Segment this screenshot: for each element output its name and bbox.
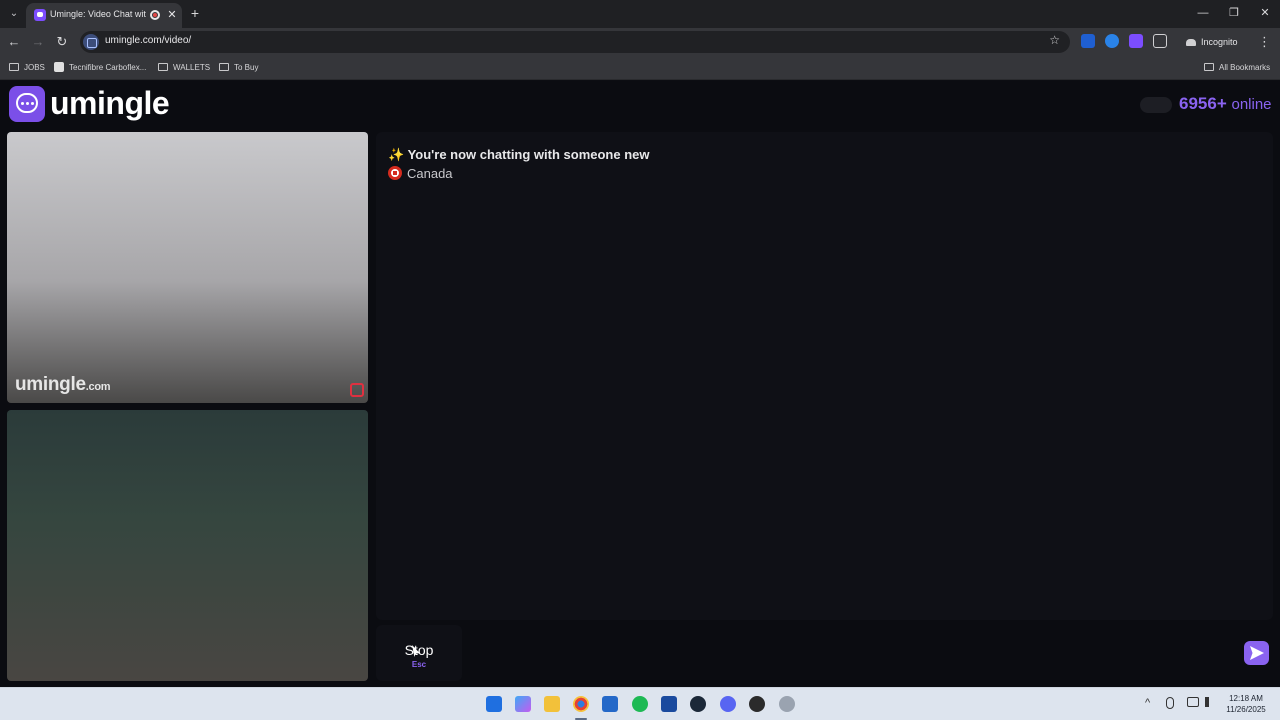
online-counter: 6956+ online [1179,94,1272,114]
copilot-icon[interactable] [515,696,531,712]
site-info-icon[interactable] [83,34,99,50]
system-message: ✨ You're now chatting with someone new [388,147,650,163]
browser-toolbar: ← → ↻ umingle.com/video/ ☆ Incognito ⋮ [0,28,1280,56]
extension-twitch-icon[interactable] [1129,34,1143,48]
window-minimize-button[interactable]: — [1193,4,1213,22]
bookmark-label: Tecnifibre Carboflex... [69,63,147,72]
bookmark-star-icon[interactable]: ☆ [1049,33,1060,47]
new-tab-button[interactable]: + [188,4,202,22]
browser-tab-umingle[interactable]: Umingle: Video Chat with S ✕ [26,3,182,28]
bookmark-wallets[interactable]: WALLETS [158,60,210,76]
start-icon[interactable] [486,696,502,712]
address-bar[interactable]: umingle.com/video/ ☆ [80,31,1070,53]
microphone-icon[interactable] [1166,697,1174,709]
watermark-suffix: .com [85,381,111,393]
umingle-logo-icon[interactable] [9,86,45,122]
browser-menu-button[interactable]: ⋮ [1258,33,1271,51]
bookmark-label: JOBS [24,63,45,72]
online-count: 6956+ [1179,94,1227,113]
country-name: Canada [407,166,453,181]
address-url[interactable]: umingle.com/video/ [105,35,191,46]
settings-icon[interactable] [779,696,795,712]
umingle-logo-text[interactable]: umingle [50,85,170,122]
extension-audio-icon[interactable] [1081,34,1095,48]
all-bookmarks-label: All Bookmarks [1219,63,1271,72]
incognito-icon [1186,39,1196,46]
network-icon[interactable] [1187,697,1199,707]
logo-dot [21,102,24,105]
obs-icon[interactable] [749,696,765,712]
discord-icon[interactable] [720,696,736,712]
windows-taskbar: ^ 12:18 AM 11/26/2025 [0,687,1280,720]
stop-button[interactable]: Stop Esc [376,625,462,681]
window-restore-button[interactable]: ❐ [1224,4,1244,22]
send-icon [1250,646,1264,660]
message-input[interactable] [466,625,1273,681]
recording-indicator-icon [150,10,160,20]
incognito-indicator[interactable]: Incognito [1186,33,1250,51]
online-label: online [1231,96,1272,113]
self-video [7,410,368,681]
bookmarks-bar: JOBS Tecnifibre Carboflex... WALLETS To … [0,56,1280,80]
chat-log: ✨ You're now chatting with someone new C… [376,132,1273,620]
system-clock[interactable]: 12:18 AM 11/26/2025 [1220,693,1272,715]
tab-search-chevron-icon[interactable]: ⌄ [5,5,23,23]
store-icon[interactable] [602,696,618,712]
stop-label: Stop [404,642,434,658]
tecnifibre-icon [54,62,64,72]
canada-flag-icon [388,166,402,180]
window-close-button[interactable]: ✕ [1255,4,1275,22]
file-explorer-icon[interactable] [544,696,560,712]
sparkles-icon: ✨ [388,147,405,162]
bookmark-label: To Buy [234,63,259,72]
clock-time: 12:18 AM [1229,694,1263,703]
chrome-icon[interactable] [573,696,589,712]
incognito-label: Incognito [1201,37,1238,47]
folder-icon [1204,63,1214,71]
bookmark-jobs[interactable]: JOBS [9,60,45,76]
theme-toggle[interactable] [1140,97,1172,113]
bookmark-tecnifibre[interactable]: Tecnifibre Carboflex... [54,60,146,76]
clock-date: 11/26/2025 [1226,705,1266,714]
send-button[interactable] [1244,641,1269,665]
steam-icon[interactable] [690,696,706,712]
bitwarden-icon[interactable] [661,696,677,712]
report-icon[interactable] [350,383,364,397]
extension-blue-icon[interactable] [1105,34,1119,48]
stop-shortcut: Esc [411,660,427,669]
bookmark-to-buy[interactable]: To Buy [219,60,258,76]
umingle-favicon-icon [34,9,46,21]
folder-icon [158,63,168,71]
back-button[interactable]: ← [5,33,23,51]
umingle-watermark: umingle.com [15,374,111,396]
umingle-page: umingle 6956+ online umingle.com ✨ You'r… [0,81,1280,687]
all-bookmarks[interactable]: All Bookmarks [1204,60,1270,76]
system-message-text: You're now chatting with someone new [407,147,650,162]
logo-dot [26,102,29,105]
logo-dot [31,102,34,105]
stranger-video: umingle.com [7,132,368,403]
stranger-country: Canada [388,166,453,181]
forward-button[interactable]: → [29,33,47,51]
folder-icon [219,63,229,71]
volume-icon[interactable] [1205,697,1215,707]
bookmark-label: WALLETS [173,63,211,72]
tab-title: Umingle: Video Chat with S [50,9,146,19]
extensions-puzzle-icon[interactable] [1153,34,1167,48]
folder-icon [9,63,19,71]
browser-tab-strip: ⌄ Umingle: Video Chat with S ✕ + — ❐ ✕ [0,0,1280,28]
reload-button[interactable]: ↻ [53,33,71,51]
tray-overflow-icon[interactable]: ^ [1145,697,1150,709]
spotify-icon[interactable] [632,696,648,712]
tab-close-button[interactable]: ✕ [166,7,178,23]
watermark-text: umingle [15,374,86,395]
